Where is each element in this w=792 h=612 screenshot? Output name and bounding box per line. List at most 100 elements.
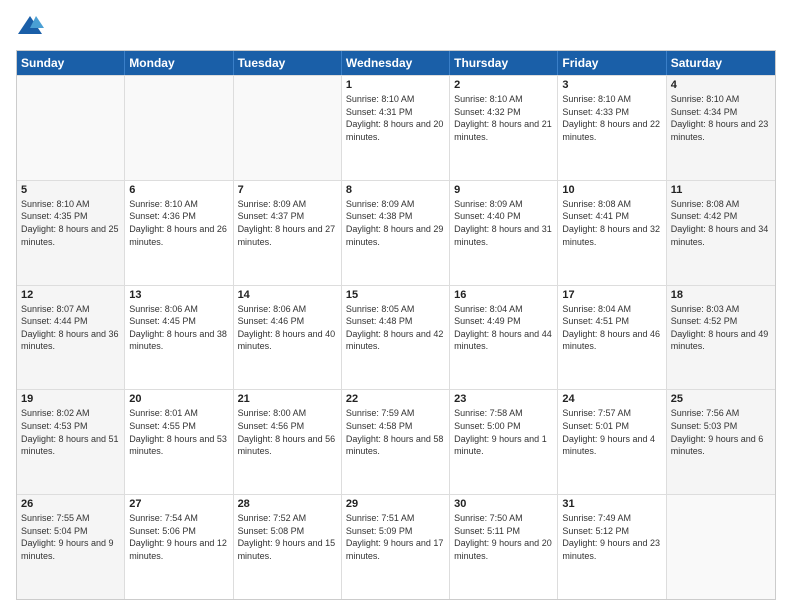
logo	[16, 12, 46, 40]
day-number: 2	[454, 79, 553, 91]
day-cell-11: 11 Sunrise: 8:08 AM Sunset: 4:42 PM Dayli…	[667, 181, 775, 285]
day-cell-9: 9 Sunrise: 8:09 AM Sunset: 4:40 PM Daylig…	[450, 181, 558, 285]
day-info: Sunrise: 8:03 AM Sunset: 4:52 PM Dayligh…	[671, 303, 771, 353]
day-number: 14	[238, 289, 337, 301]
empty-cell-0-0	[17, 76, 125, 180]
day-cell-22: 22Sunrise: 7:59 AM Sunset: 4:58 PM Dayli…	[342, 390, 450, 494]
calendar-body: 1 Sunrise: 8:10 AM Sunset: 4:31 PM Daylig…	[17, 75, 775, 599]
day-number: 22	[346, 393, 445, 405]
day-number: 9	[454, 184, 553, 196]
day-info: Sunrise: 7:57 AM Sunset: 5:01 PM Dayligh…	[562, 407, 661, 457]
empty-cell-0-2	[234, 76, 342, 180]
day-number: 28	[238, 498, 337, 510]
day-info: Sunrise: 7:51 AM Sunset: 5:09 PM Dayligh…	[346, 512, 445, 562]
day-cell-8: 8Sunrise: 8:09 AM Sunset: 4:38 PM Daylig…	[342, 181, 450, 285]
day-number: 7	[238, 184, 337, 196]
day-number: 29	[346, 498, 445, 510]
calendar-row-1: 5 Sunrise: 8:10 AM Sunset: 4:35 PM Daylig…	[17, 180, 775, 285]
day-info: Sunrise: 8:09 AM Sunset: 4:38 PM Dayligh…	[346, 198, 445, 248]
day-info: Sunrise: 8:09 AM Sunset: 4:37 PM Dayligh…	[238, 198, 337, 248]
day-cell-26: 26 Sunrise: 7:55 AM Sunset: 5:04 PM Dayli…	[17, 495, 125, 599]
day-info: Sunrise: 7:49 AM Sunset: 5:12 PM Dayligh…	[562, 512, 661, 562]
calendar-row-3: 19Sunrise: 8:02 AM Sunset: 4:53 PM Dayli…	[17, 389, 775, 494]
day-cell-2: 2 Sunrise: 8:10 AM Sunset: 4:32 PM Daylig…	[450, 76, 558, 180]
weekday-header-tuesday: Tuesday	[234, 51, 342, 75]
day-cell-6: 6Sunrise: 8:10 AM Sunset: 4:36 PM Daylig…	[125, 181, 233, 285]
day-cell-23: 23 Sunrise: 7:58 AM Sunset: 5:00 PM Dayli…	[450, 390, 558, 494]
day-number: 23	[454, 393, 553, 405]
weekday-header-saturday: Saturday	[667, 51, 775, 75]
day-number: 12	[21, 289, 120, 301]
calendar-row-4: 26 Sunrise: 7:55 AM Sunset: 5:04 PM Dayli…	[17, 494, 775, 599]
day-info: Sunrise: 8:07 AM Sunset: 4:44 PM Dayligh…	[21, 303, 120, 353]
day-info: Sunrise: 8:08 AM Sunset: 4:42 PM Dayligh…	[671, 198, 771, 248]
weekday-header-thursday: Thursday	[450, 51, 558, 75]
page: SundayMondayTuesdayWednesdayThursdayFrid…	[0, 0, 792, 612]
calendar: SundayMondayTuesdayWednesdayThursdayFrid…	[16, 50, 776, 600]
day-number: 21	[238, 393, 337, 405]
day-info: Sunrise: 8:04 AM Sunset: 4:49 PM Dayligh…	[454, 303, 553, 353]
day-info: Sunrise: 8:01 AM Sunset: 4:55 PM Dayligh…	[129, 407, 228, 457]
day-info: Sunrise: 8:10 AM Sunset: 4:32 PM Dayligh…	[454, 93, 553, 143]
day-cell-28: 28 Sunrise: 7:52 AM Sunset: 5:08 PM Dayli…	[234, 495, 342, 599]
logo-icon	[16, 12, 44, 40]
day-cell-31: 31 Sunrise: 7:49 AM Sunset: 5:12 PM Dayli…	[558, 495, 666, 599]
day-cell-12: 12 Sunrise: 8:07 AM Sunset: 4:44 PM Dayli…	[17, 286, 125, 390]
weekday-header-sunday: Sunday	[17, 51, 125, 75]
day-cell-3: 3Sunrise: 8:10 AM Sunset: 4:33 PM Daylig…	[558, 76, 666, 180]
day-number: 25	[671, 393, 771, 405]
day-info: Sunrise: 8:10 AM Sunset: 4:35 PM Dayligh…	[21, 198, 120, 248]
day-number: 1	[346, 79, 445, 91]
day-cell-13: 13 Sunrise: 8:06 AM Sunset: 4:45 PM Dayli…	[125, 286, 233, 390]
day-cell-14: 14 Sunrise: 8:06 AM Sunset: 4:46 PM Dayli…	[234, 286, 342, 390]
day-info: Sunrise: 7:58 AM Sunset: 5:00 PM Dayligh…	[454, 407, 553, 457]
day-number: 16	[454, 289, 553, 301]
weekday-header-friday: Friday	[558, 51, 666, 75]
day-info: Sunrise: 8:10 AM Sunset: 4:31 PM Dayligh…	[346, 93, 445, 143]
weekday-header-monday: Monday	[125, 51, 233, 75]
day-cell-29: 29 Sunrise: 7:51 AM Sunset: 5:09 PM Dayli…	[342, 495, 450, 599]
day-number: 3	[562, 79, 661, 91]
empty-cell-4-6	[667, 495, 775, 599]
day-number: 27	[129, 498, 228, 510]
header	[16, 12, 776, 40]
day-info: Sunrise: 8:10 AM Sunset: 4:36 PM Dayligh…	[129, 198, 228, 248]
day-info: Sunrise: 8:10 AM Sunset: 4:34 PM Dayligh…	[671, 93, 771, 143]
day-number: 11	[671, 184, 771, 196]
day-info: Sunrise: 8:04 AM Sunset: 4:51 PM Dayligh…	[562, 303, 661, 353]
day-number: 30	[454, 498, 553, 510]
day-number: 19	[21, 393, 120, 405]
day-info: Sunrise: 7:55 AM Sunset: 5:04 PM Dayligh…	[21, 512, 120, 562]
day-info: Sunrise: 7:52 AM Sunset: 5:08 PM Dayligh…	[238, 512, 337, 562]
day-number: 24	[562, 393, 661, 405]
calendar-row-0: 1 Sunrise: 8:10 AM Sunset: 4:31 PM Daylig…	[17, 75, 775, 180]
day-cell-7: 7 Sunrise: 8:09 AM Sunset: 4:37 PM Daylig…	[234, 181, 342, 285]
day-info: Sunrise: 8:00 AM Sunset: 4:56 PM Dayligh…	[238, 407, 337, 457]
day-info: Sunrise: 8:09 AM Sunset: 4:40 PM Dayligh…	[454, 198, 553, 248]
day-cell-17: 17 Sunrise: 8:04 AM Sunset: 4:51 PM Dayli…	[558, 286, 666, 390]
day-info: Sunrise: 8:08 AM Sunset: 4:41 PM Dayligh…	[562, 198, 661, 248]
day-cell-27: 27Sunrise: 7:54 AM Sunset: 5:06 PM Dayli…	[125, 495, 233, 599]
day-cell-18: 18Sunrise: 8:03 AM Sunset: 4:52 PM Dayli…	[667, 286, 775, 390]
day-number: 15	[346, 289, 445, 301]
day-cell-10: 10 Sunrise: 8:08 AM Sunset: 4:41 PM Dayli…	[558, 181, 666, 285]
day-number: 31	[562, 498, 661, 510]
day-info: Sunrise: 7:50 AM Sunset: 5:11 PM Dayligh…	[454, 512, 553, 562]
day-info: Sunrise: 7:56 AM Sunset: 5:03 PM Dayligh…	[671, 407, 771, 457]
day-number: 5	[21, 184, 120, 196]
day-cell-16: 16 Sunrise: 8:04 AM Sunset: 4:49 PM Dayli…	[450, 286, 558, 390]
day-number: 26	[21, 498, 120, 510]
day-info: Sunrise: 8:06 AM Sunset: 4:46 PM Dayligh…	[238, 303, 337, 353]
day-cell-19: 19Sunrise: 8:02 AM Sunset: 4:53 PM Dayli…	[17, 390, 125, 494]
day-cell-4: 4 Sunrise: 8:10 AM Sunset: 4:34 PM Daylig…	[667, 76, 775, 180]
calendar-row-2: 12 Sunrise: 8:07 AM Sunset: 4:44 PM Dayli…	[17, 285, 775, 390]
day-number: 13	[129, 289, 228, 301]
day-info: Sunrise: 8:06 AM Sunset: 4:45 PM Dayligh…	[129, 303, 228, 353]
day-number: 10	[562, 184, 661, 196]
weekday-header-wednesday: Wednesday	[342, 51, 450, 75]
day-number: 4	[671, 79, 771, 91]
day-info: Sunrise: 8:05 AM Sunset: 4:48 PM Dayligh…	[346, 303, 445, 353]
day-cell-20: 20Sunrise: 8:01 AM Sunset: 4:55 PM Dayli…	[125, 390, 233, 494]
day-cell-1: 1 Sunrise: 8:10 AM Sunset: 4:31 PM Daylig…	[342, 76, 450, 180]
day-number: 17	[562, 289, 661, 301]
